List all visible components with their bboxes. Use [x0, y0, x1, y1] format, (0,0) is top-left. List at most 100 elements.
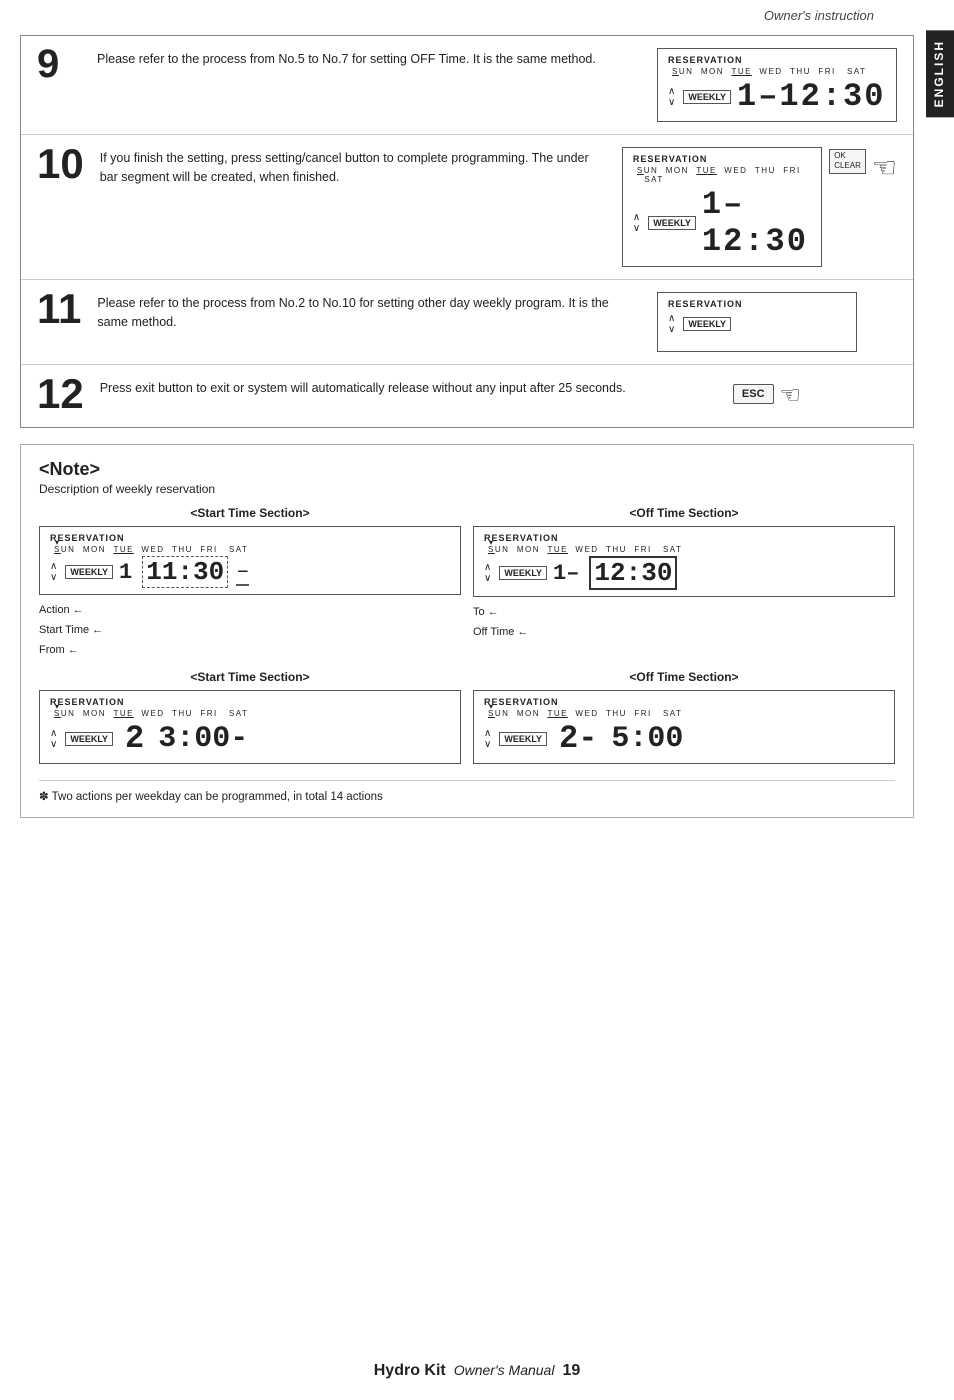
start-time-annotation: Start Time ← — [39, 621, 461, 641]
step-number-10: 10 — [37, 143, 84, 185]
lcd-9-time: 1–12:30 — [737, 78, 885, 115]
page-footer: Hydro Kit Owner's Manual 19 — [0, 1362, 954, 1380]
start-annotations: Action ← Start Time ← From ← — [39, 601, 461, 660]
lcd-9-days: SUN MON TUE WED THU FRI SAT — [672, 67, 886, 76]
note-lcd-off2-days: S▾UN MON TUE WED THU FRI SAT — [488, 709, 884, 718]
note-lcd-start-weekly: WEEKLY — [65, 565, 113, 579]
footer-page: 19 — [562, 1362, 580, 1380]
note-lcd-off2-label: RESERVATION — [484, 697, 884, 707]
note-lcd-off2-arrows: ∧ ∨ — [484, 728, 491, 750]
off-annotations: To ← Off Time ← — [473, 603, 895, 643]
step-9: 9 Please refer to the process from No.5 … — [21, 36, 913, 135]
start-time-label-2: <Start Time Section> — [39, 670, 461, 684]
hand-icon-12: ☜ — [780, 381, 802, 410]
note-lcd-off2: RESERVATION S▾UN MON TUE WED THU FRI SAT… — [473, 690, 895, 764]
note-lcd-off2-row: ∧ ∨ WEEKLY 2- 5:00 — [484, 720, 884, 757]
step-11-text: Please refer to the process from No.2 to… — [97, 292, 641, 332]
note-lcd-off-days: S▾UN MON TUE WED THU FRI SAT — [488, 545, 884, 554]
ok-clear-button[interactable]: OK CLEAR — [829, 149, 866, 174]
lcd-9-controls: ∧ ∨ WEEKLY 1–12:30 — [668, 78, 886, 115]
lcd-11: RESERVATION ∧ ∨ WEEKLY — [657, 292, 857, 352]
note-subtitle: Description of weekly reservation — [39, 482, 895, 496]
lcd-9-label: RESERVATION — [668, 55, 886, 65]
note-start2-num: 2 — [125, 720, 144, 757]
step-10-display: RESERVATION SUN MON TUE WED THU FRI SAT … — [622, 147, 897, 267]
lcd-10-controls: ∧ ∨ WEEKLY 1–12:30 — [633, 186, 811, 260]
lcd-9: RESERVATION SUN MON TUE WED THU FRI SAT … — [657, 48, 897, 122]
off-time-annotation: Off Time ← — [473, 623, 895, 643]
note-lcd-start: RESERVATION S▾UN MON TUE WED THU FRI SAT… — [39, 526, 461, 595]
step-11: 11 Please refer to the process from No.2… — [21, 280, 913, 365]
lcd-11-controls: ∧ ∨ WEEKLY — [668, 313, 846, 335]
step-12-text: Press exit button to exit or system will… — [100, 377, 641, 398]
note-lcd-off-label: RESERVATION — [484, 533, 884, 543]
note-time-start-prefix: 1 — [119, 560, 132, 585]
note-time-off-prefix: 1– — [553, 561, 579, 586]
step-12-display: ESC ☜ — [657, 377, 897, 410]
note-lcd-start-label: RESERVATION — [50, 533, 450, 543]
lcd-9-arrows: ∧ ∨ — [668, 86, 675, 108]
note-lcd-off-row: ∧ ∨ WEEKLY 1– 12:30 — [484, 556, 884, 590]
lcd-11-label: RESERVATION — [668, 299, 846, 309]
start-time-label: <Start Time Section> — [39, 506, 461, 520]
note-start2-time: 3:00- — [158, 722, 248, 756]
action-label: Action ← — [39, 601, 461, 621]
off-time-section-2: <Off Time Section> RESERVATION S▾UN MON … — [473, 670, 895, 770]
page-header: Owner's instruction — [0, 0, 954, 27]
footer-manual: Owner's Manual — [454, 1362, 555, 1378]
off-time-label-2: <Off Time Section> — [473, 670, 895, 684]
note-off2-num: 2- — [559, 720, 597, 757]
note-displays-row1: <Start Time Section> RESERVATION S▾UN MO… — [39, 506, 895, 660]
note-time-start-dash: – — [236, 559, 249, 586]
header-title: Owner's instruction — [764, 8, 874, 23]
note-lcd-start2-weekly: WEEKLY — [65, 732, 113, 746]
footer-brand: Hydro Kit — [374, 1362, 446, 1380]
lcd-10-arrows: ∧ ∨ — [633, 212, 640, 234]
lcd-10-weekly: WEEKLY — [648, 216, 696, 230]
note-time-off: 12:30 — [589, 556, 677, 590]
step-9-text: Please refer to the process from No.5 to… — [97, 48, 641, 69]
start-time-section-2: <Start Time Section> RESERVATION S▾UN MO… — [39, 670, 461, 770]
step-9-display: RESERVATION SUN MON TUE WED THU FRI SAT … — [657, 48, 897, 122]
note-off2-time: 5:00 — [611, 722, 683, 756]
note-lcd-start2-label: RESERVATION — [50, 697, 450, 707]
note-title: <Note> — [39, 459, 895, 480]
step-number-9: 9 — [37, 44, 81, 84]
from-label: From ← — [39, 641, 461, 661]
lcd-11-weekly: WEEKLY — [683, 317, 731, 331]
off-time-section: <Off Time Section> RESERVATION S▾UN MON … — [473, 506, 895, 660]
note-time-start: 11:30 — [142, 556, 228, 588]
step-10: 10 If you finish the setting, press sett… — [21, 135, 913, 280]
note-displays-row2: <Start Time Section> RESERVATION S▾UN MO… — [39, 670, 895, 770]
off-time-label: <Off Time Section> — [473, 506, 895, 520]
step-number-12: 12 — [37, 373, 84, 415]
note-footer-text: ✽ Two actions per weekday can be program… — [39, 780, 895, 803]
note-lcd-off-arrows: ∧ ∨ — [484, 562, 491, 584]
note-lcd-start2-row: ∧ ∨ WEEKLY 2 3:00- — [50, 720, 450, 757]
note-lcd-start2-arrows: ∧ ∨ — [50, 728, 57, 750]
note-lcd-start-row: ∧ ∨ WEEKLY 1 11:30 – — [50, 556, 450, 588]
lcd-9-weekly: WEEKLY — [683, 90, 731, 104]
lcd-10-time: 1–12:30 — [702, 186, 811, 260]
note-lcd-start-arrows: ∧ ∨ — [50, 561, 57, 583]
lcd-10-label: RESERVATION — [633, 154, 811, 164]
step-11-display: RESERVATION ∧ ∨ WEEKLY — [657, 292, 897, 352]
note-lcd-start2-days: S▾UN MON TUE WED THU FRI SAT — [54, 709, 450, 718]
step-number-11: 11 — [37, 288, 81, 330]
start-time-section: <Start Time Section> RESERVATION S▾UN MO… — [39, 506, 461, 660]
lcd-11-arrows: ∧ ∨ — [668, 313, 675, 335]
lcd-10: RESERVATION SUN MON TUE WED THU FRI SAT … — [622, 147, 822, 267]
language-tab: ENGLISH — [926, 30, 954, 117]
note-section: <Note> Description of weekly reservation… — [20, 444, 914, 818]
note-lcd-start-days: S▾UN MON TUE WED THU FRI SAT — [54, 545, 450, 554]
note-lcd-start2: RESERVATION S▾UN MON TUE WED THU FRI SAT… — [39, 690, 461, 764]
esc-button[interactable]: ESC — [733, 384, 774, 404]
hand-icon-10: ☜ — [872, 151, 897, 184]
step-10-text: If you finish the setting, press setting… — [100, 147, 606, 187]
note-lcd-off-weekly: WEEKLY — [499, 566, 547, 580]
instruction-box: 9 Please refer to the process from No.5 … — [20, 35, 914, 428]
note-lcd-off: RESERVATION S▾UN MON TUE WED THU FRI SAT… — [473, 526, 895, 597]
step-12: 12 Press exit button to exit or system w… — [21, 365, 913, 427]
lcd-10-days: SUN MON TUE WED THU FRI SAT — [637, 166, 811, 184]
note-lcd-off2-weekly: WEEKLY — [499, 732, 547, 746]
